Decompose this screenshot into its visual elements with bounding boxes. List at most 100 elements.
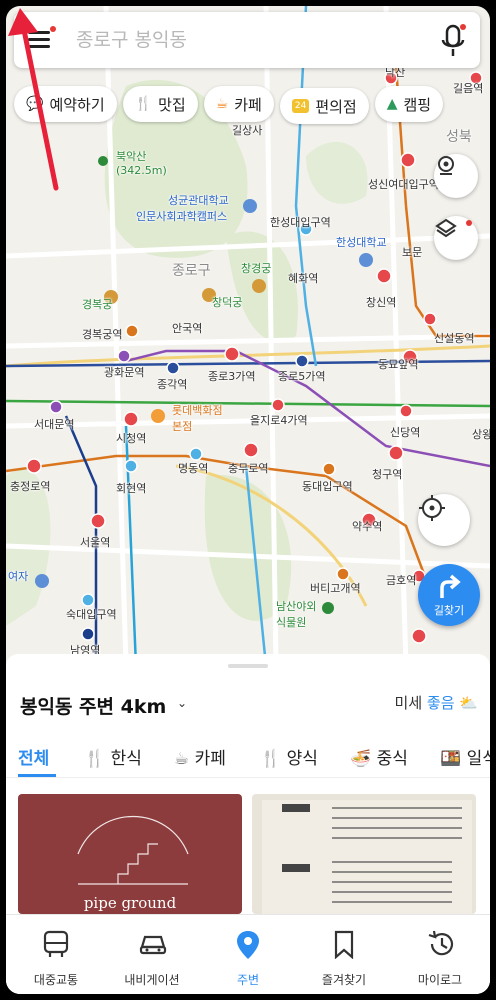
tab-favorites[interactable]: 즐겨찾기 bbox=[296, 915, 392, 994]
tab-japanese[interactable]: 🍱 일식 bbox=[440, 744, 490, 769]
place-card[interactable]: pipe ground bbox=[18, 794, 242, 914]
map-label: 종로구 bbox=[172, 263, 211, 279]
directions-label: 길찾기 bbox=[433, 604, 465, 617]
map-view[interactable]: 낙산 길음역 성북 북악산 (342.5m) 길상사 성신여대입구역 성균관대학… bbox=[6, 6, 490, 666]
map-label: 남산야외 bbox=[276, 600, 317, 613]
map-label: 여자 bbox=[8, 570, 29, 583]
category-chips: 💬 예약하기 🍴 맛집 ☕ 카페 24 편의점 ▲ 캠핑 bbox=[14, 86, 449, 124]
chip-label: 캠핑 bbox=[403, 95, 432, 114]
map-label: 성신여대입구역 bbox=[368, 178, 439, 191]
map-label: 경복궁 bbox=[82, 298, 113, 311]
microphone-icon[interactable] bbox=[438, 24, 468, 58]
map-label: 종로5가역 bbox=[278, 370, 326, 383]
annotation-arrow bbox=[8, 8, 59, 191]
fork-knife-icon: 🍴 bbox=[260, 749, 282, 769]
map-label: 신당역 bbox=[390, 426, 421, 439]
tab-label: 일식 bbox=[466, 749, 490, 769]
map-label: (342.5m) bbox=[116, 164, 167, 177]
dust-value: 좋음 bbox=[426, 694, 455, 712]
map-label: 버티고개역 bbox=[310, 582, 361, 595]
fork-knife-icon: 🍴 bbox=[134, 96, 153, 112]
tab-western[interactable]: 🍴 양식 bbox=[260, 744, 318, 769]
map-label: 명동역 bbox=[178, 462, 209, 475]
tab-label: 중식 bbox=[376, 749, 408, 769]
location-pin-icon bbox=[237, 931, 259, 959]
map-label: 성북 bbox=[446, 129, 472, 145]
map-label: 충무로역 bbox=[228, 462, 269, 475]
area-title[interactable]: 봉익동 주변 4km bbox=[20, 692, 166, 719]
directions-button[interactable]: 길찾기 bbox=[418, 564, 480, 626]
tab-label: 카페 bbox=[194, 749, 226, 769]
history-clock-icon bbox=[428, 930, 454, 956]
notification-dot bbox=[466, 220, 472, 226]
chip-restaurant[interactable]: 🍴 맛집 bbox=[122, 86, 198, 122]
chip-camping[interactable]: ▲ 캠핑 bbox=[374, 86, 444, 122]
bowl-icon: 🍜 bbox=[350, 749, 372, 769]
tab-label: 대중교통 bbox=[33, 973, 79, 987]
map-label: 종각역 bbox=[157, 378, 188, 391]
map-label: 안국역 bbox=[172, 322, 203, 335]
tab-label: 주변 bbox=[236, 973, 260, 987]
notification-dot bbox=[460, 24, 466, 30]
tab-mylog[interactable]: 마이로그 bbox=[392, 915, 488, 994]
map-label: 북악산 bbox=[116, 150, 147, 163]
tab-nearby[interactable]: 주변 bbox=[200, 915, 296, 994]
chip-cafe[interactable]: ☕ 카페 bbox=[203, 86, 274, 122]
chevron-down-icon[interactable]: ⌄ bbox=[177, 696, 187, 710]
street-view-icon bbox=[438, 156, 454, 175]
layers-icon bbox=[435, 218, 457, 238]
menu-photo-image bbox=[262, 800, 472, 914]
map-label: 창덕궁 bbox=[212, 296, 243, 309]
place-card[interactable] bbox=[252, 794, 476, 914]
current-location-button[interactable] bbox=[418, 494, 470, 546]
layers-button[interactable] bbox=[434, 216, 478, 260]
map-label: 서울역 bbox=[80, 536, 111, 549]
tab-label: 한식 bbox=[110, 749, 142, 769]
place-card-title: pipe ground bbox=[83, 894, 177, 912]
map-label: 금호역 bbox=[386, 574, 417, 587]
tab-navigation[interactable]: 내비게이션 bbox=[104, 915, 200, 994]
map-label: 종로3가역 bbox=[208, 370, 256, 383]
tab-cafe[interactable]: ☕ 카페 bbox=[174, 744, 226, 769]
chip-label: 편의점 bbox=[315, 97, 357, 116]
tab-all[interactable]: 전체 bbox=[18, 744, 49, 769]
search-bar[interactable] bbox=[14, 12, 480, 68]
active-tab-indicator bbox=[18, 774, 56, 777]
search-input[interactable] bbox=[76, 26, 416, 54]
map-label: 약수역 bbox=[352, 520, 383, 533]
map-label: 본점 bbox=[172, 420, 193, 433]
map-label: 한성대입구역 bbox=[270, 216, 331, 229]
map-label: 신설동역 bbox=[434, 332, 475, 345]
coffee-cup-icon: ☕ bbox=[215, 96, 229, 112]
fork-knife-icon: 🍴 bbox=[84, 749, 106, 769]
app-screen: 낙산 길음역 성북 북악산 (342.5m) 길상사 성신여대입구역 성균관대학… bbox=[6, 6, 490, 994]
tab-korean[interactable]: 🍴 한식 bbox=[84, 744, 142, 769]
chip-convenience-store[interactable]: 24 편의점 bbox=[279, 88, 369, 124]
map-label: 혜화역 bbox=[288, 272, 319, 285]
drag-handle[interactable] bbox=[228, 664, 268, 668]
map-label: 식물원 bbox=[276, 616, 307, 629]
tab-label: 전체 bbox=[18, 749, 50, 769]
chip-label: 맛집 bbox=[158, 95, 186, 114]
bookmark-icon bbox=[334, 930, 354, 959]
turn-arrow-icon bbox=[440, 574, 461, 598]
street-view-button[interactable] bbox=[434, 154, 478, 198]
car-icon bbox=[139, 935, 167, 955]
tab-public-transit[interactable]: 대중교통 bbox=[8, 915, 104, 994]
map-label: 충정로역 bbox=[10, 480, 51, 493]
map-label: 인문사회과학캠퍼스 bbox=[136, 210, 228, 223]
map-label: 창경궁 bbox=[241, 262, 272, 275]
dust-label: 미세 bbox=[394, 694, 423, 712]
map-label: 경복궁역 bbox=[82, 328, 123, 341]
map-label: 숙대입구역 bbox=[66, 608, 117, 621]
map-label: 서대문역 bbox=[34, 418, 75, 431]
crosshair-icon bbox=[419, 495, 445, 521]
map-label: 성균관대학교 bbox=[168, 194, 229, 207]
tab-chinese[interactable]: 🍜 중식 bbox=[350, 744, 408, 769]
bottom-tab-bar: 대중교통 내비게이션 주변 즐겨찾기 마이로그 bbox=[6, 914, 490, 994]
map-label: 을지로4가역 bbox=[250, 414, 308, 427]
map-label: 상왕 bbox=[472, 428, 490, 441]
map-label: 길상사 bbox=[232, 124, 263, 137]
map-label: 청구역 bbox=[372, 468, 403, 481]
map-label: 시청역 bbox=[116, 432, 147, 445]
